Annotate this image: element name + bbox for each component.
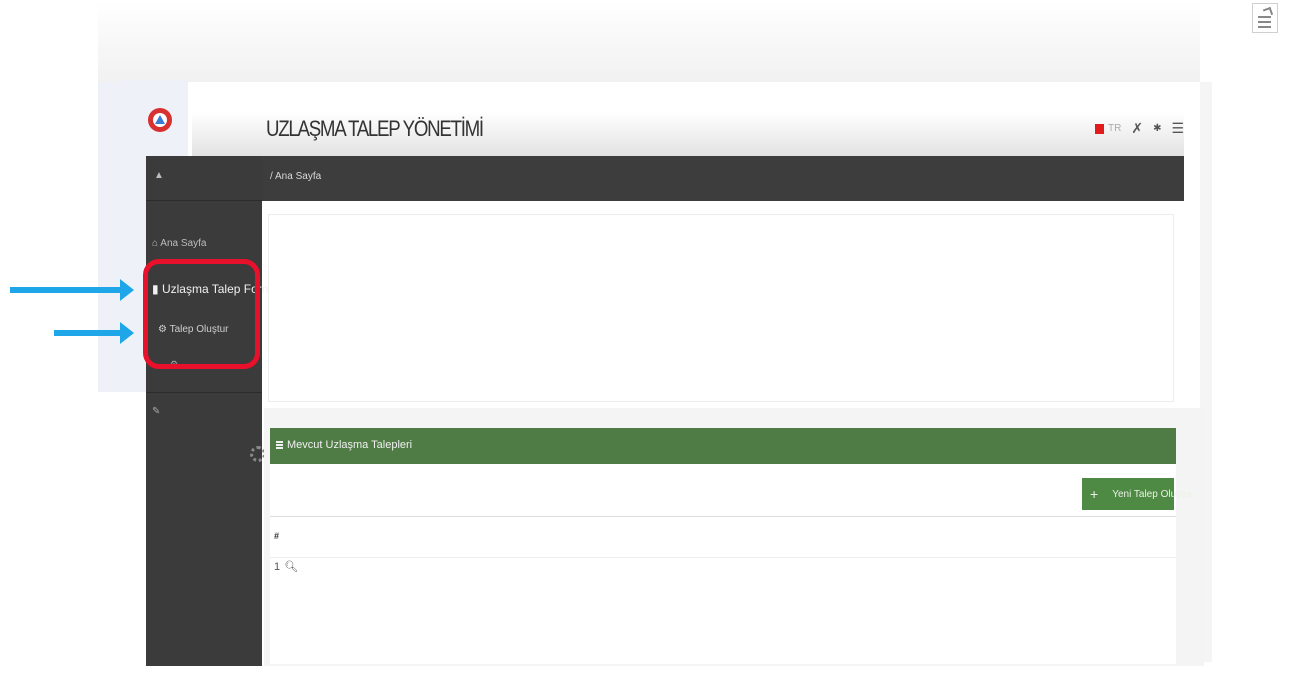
arrow-indicator-create	[54, 322, 134, 344]
sidebar-item-label: Ana Sayfa	[160, 238, 207, 249]
list-icon	[276, 441, 283, 449]
column-header[interactable]: #	[274, 531, 279, 541]
breadcrumb-current: Ana Sayfa	[275, 171, 322, 182]
row-index: 1	[274, 561, 281, 573]
search-icon[interactable]: 🔍︎	[284, 561, 298, 573]
breadcrumb: / Ana Sayfa	[262, 156, 1184, 201]
breadcrumb-text: / Ana Sayfa	[270, 171, 322, 182]
sidebar: ▲ ⌂ Ana Sayfa ▮ Uzlaşma Talep Formu ⚙ Ta…	[146, 156, 278, 666]
plus-icon: +	[1090, 486, 1099, 502]
table-column-headers: #	[270, 516, 1176, 558]
sidebar-item-other[interactable]: ✎	[152, 406, 160, 417]
new-request-button[interactable]: + Yeni Talep Oluştur	[1082, 478, 1193, 510]
document-edit-icon[interactable]	[1252, 3, 1278, 33]
wrench-icon: ✎	[152, 406, 161, 417]
table-title: Mevcut Uzlaşma Talepleri	[276, 439, 412, 451]
sidebar-divider	[146, 200, 262, 201]
page-title: UZLAŞMA TALEP YÖNETİMİ	[266, 116, 484, 141]
table-row: 1 🔍︎	[270, 560, 298, 573]
home-icon: ⌂	[152, 238, 159, 249]
menu-icon[interactable]: ☰	[1171, 120, 1184, 137]
language-label[interactable]: TR	[1108, 123, 1121, 134]
logo[interactable]	[148, 108, 172, 132]
sidebar-item-home[interactable]: ⌂ Ana Sayfa	[152, 238, 206, 249]
new-request-label: Yeni Talep Oluştur	[1112, 488, 1193, 500]
tools-icon[interactable]: ✗	[1131, 120, 1143, 137]
sidebar-user[interactable]: ▲	[154, 170, 164, 181]
arrow-indicator-form	[10, 279, 134, 301]
table-title-label: Mevcut Uzlaşma Talepleri	[287, 439, 413, 451]
header-icons: TR ✗ ✱ ☰	[1095, 120, 1184, 137]
table-header: Mevcut Uzlaşma Talepleri	[270, 428, 1176, 464]
table-body: + Yeni Talep Oluştur # 1 🔍︎	[270, 464, 1193, 664]
highlight-box	[143, 259, 260, 369]
info-panel	[268, 214, 1174, 402]
star-icon[interactable]: ✱	[1153, 123, 1161, 134]
sidebar-divider	[146, 392, 262, 393]
flag-icon[interactable]	[1095, 123, 1104, 134]
outer-frame-top	[98, 0, 1200, 82]
